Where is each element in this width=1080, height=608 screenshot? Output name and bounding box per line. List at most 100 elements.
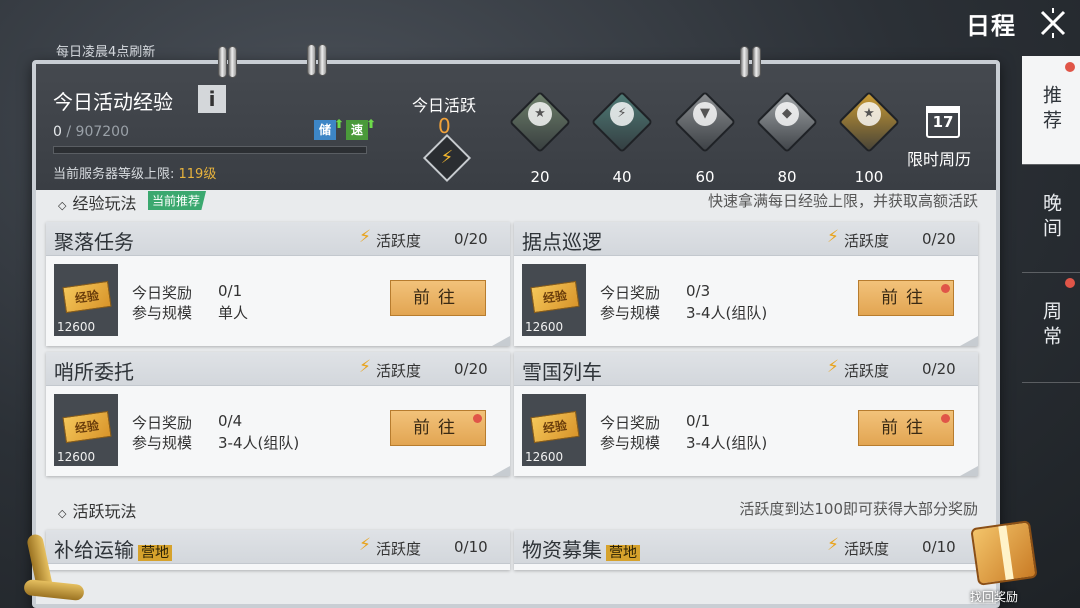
gift-box-icon xyxy=(970,520,1038,586)
reward-value: 0/1 xyxy=(218,282,243,300)
notification-dot xyxy=(941,284,950,293)
scale-value: 3-4人(组队) xyxy=(686,434,768,452)
task-card-header: 据点巡逻 ⚡ 活跃度 0/20 xyxy=(514,222,978,256)
reward-label: 今日奖励 xyxy=(132,414,193,432)
thumb-amount: 12600 xyxy=(525,320,564,334)
exp-ticket-thumbnail: 经验 12600 xyxy=(54,394,118,466)
exp-section-title: ◇ 经验玩法 xyxy=(58,190,136,214)
diamond-icon: ◇ xyxy=(58,199,67,212)
reward-threshold: 60 xyxy=(695,168,715,186)
scale-value: 单人 xyxy=(218,304,249,322)
limited-weekly-calendar-label[interactable]: 限时周历 xyxy=(907,146,971,170)
reward-label: 今日奖励 xyxy=(600,414,661,432)
binder-ring xyxy=(752,46,761,78)
page-title: 日程 xyxy=(966,12,1016,40)
tab-recommend-label: 推荐 xyxy=(1040,85,1062,135)
binder-ring xyxy=(318,44,327,76)
tab-evening-label: 晚间 xyxy=(1040,193,1062,243)
lightning-icon: ⚡ xyxy=(359,357,371,377)
scale-value: 3-4人(组队) xyxy=(218,434,300,452)
go-button[interactable]: 前往 xyxy=(390,280,486,316)
divider xyxy=(1022,382,1080,383)
task-card-header: 聚落任务 ⚡ 活跃度 0/20 xyxy=(46,222,510,256)
notification-dot xyxy=(941,414,950,423)
calendar-icon[interactable]: 17 xyxy=(926,106,960,138)
level-cap-label: 当前服务器等级上限: xyxy=(53,167,179,182)
side-tab-bar: 推荐 晚间 周常 xyxy=(1022,56,1080,386)
tab-evening[interactable]: 晚间 xyxy=(1022,164,1080,272)
activity-value: 0/20 xyxy=(454,230,488,248)
exp-ticket-icon: 经验 xyxy=(62,280,112,314)
reward-chest-60[interactable]: ▼ xyxy=(673,88,737,154)
tab-weekly[interactable]: 周常 xyxy=(1022,272,1080,380)
task-card[interactable]: 物资募集 营地 ⚡ 活跃度 0/10 xyxy=(514,530,978,570)
reward-value: 0/4 xyxy=(218,412,243,430)
today-active-value: 0 xyxy=(438,114,451,138)
tab-recommend[interactable]: 推荐 xyxy=(1022,56,1080,164)
chevron-emblem-icon: ▼ xyxy=(693,102,717,126)
recover-rewards-label[interactable]: 找回奖励 xyxy=(970,588,1018,605)
card-corner xyxy=(492,336,510,346)
go-button[interactable]: 前往 xyxy=(390,410,486,446)
exp-ticket-thumbnail: 经验 12600 xyxy=(54,264,118,336)
lightning-icon: ⚡ xyxy=(827,227,839,247)
daily-exp-title: 今日活动经验 xyxy=(53,90,173,114)
active-section-note: 活跃度到达100即可获得大部分奖励 xyxy=(739,500,978,518)
reward-chest-20[interactable]: ★ xyxy=(508,88,572,154)
task-name: 据点巡逻 xyxy=(522,230,602,254)
gold-emblem-icon: ★ xyxy=(857,102,881,126)
active-section-label: 活跃玩法 xyxy=(72,502,137,521)
exp-section-label: 经验玩法 xyxy=(72,194,137,213)
refresh-note: 每日凌晨4点刷新 xyxy=(56,45,156,60)
scale-label: 参与规模 xyxy=(600,434,661,452)
task-card-header: 物资募集 营地 ⚡ 活跃度 0/10 xyxy=(514,530,978,564)
binder-ring xyxy=(307,44,316,76)
divider xyxy=(1022,164,1080,165)
card-corner xyxy=(960,466,978,476)
recommended-tag: 当前推荐 xyxy=(148,191,207,210)
activity-value: 0/20 xyxy=(922,230,956,248)
info-button[interactable]: i xyxy=(198,85,226,113)
reward-chest-80[interactable]: ◆ xyxy=(755,88,819,154)
task-card-header: 哨所委托 ⚡ 活跃度 0/20 xyxy=(46,352,510,386)
exp-max: / 907200 xyxy=(66,124,129,140)
thumb-amount: 12600 xyxy=(57,450,96,464)
go-button-label: 前往 xyxy=(413,418,463,438)
go-button-label: 前往 xyxy=(881,418,931,438)
store-boost-icon[interactable]: 储 ⬆ xyxy=(314,117,344,140)
speed-boost-icon[interactable]: 速 ⬆ xyxy=(346,117,376,140)
go-button-label: 前往 xyxy=(881,288,931,308)
close-button[interactable] xyxy=(1034,4,1072,42)
scale-label: 参与规模 xyxy=(132,434,193,452)
notification-dot xyxy=(473,414,482,423)
exp-ticket-icon: 经验 xyxy=(530,410,580,444)
card-corner xyxy=(960,336,978,346)
case-emblem-icon: ◆ xyxy=(775,102,799,126)
reward-label: 今日奖励 xyxy=(600,284,661,302)
task-card-header: 补给运输 营地 ⚡ 活跃度 0/10 xyxy=(46,530,510,564)
activity-value: 0/10 xyxy=(454,538,488,556)
reward-value: 0/1 xyxy=(686,412,711,430)
calendar-day: 17 xyxy=(932,113,954,131)
binder-ring xyxy=(740,46,749,78)
exp-ticket-icon: 经验 xyxy=(62,410,112,444)
go-button[interactable]: 前往 xyxy=(858,410,954,446)
task-card[interactable]: 补给运输 营地 ⚡ 活跃度 0/10 xyxy=(46,530,510,570)
exp-ticket-thumbnail: 经验 12600 xyxy=(522,394,586,466)
lightning-icon: ⚡ xyxy=(359,227,371,247)
task-name: 哨所委托 xyxy=(54,360,134,384)
lightning-icon: ⚡ xyxy=(359,535,371,555)
binder-ring xyxy=(218,46,227,78)
level-cap: 当前服务器等级上限: 119级 xyxy=(53,163,216,182)
notification-dot xyxy=(1065,278,1075,288)
store-boost-label: 储 xyxy=(318,123,331,137)
activity-value: 0/20 xyxy=(922,360,956,378)
reward-chest-40[interactable]: ⚡ xyxy=(590,88,654,154)
reward-chest-100[interactable]: ★ xyxy=(837,88,901,154)
go-button[interactable]: 前往 xyxy=(858,280,954,316)
scale-label: 参与规模 xyxy=(600,304,661,322)
exp-value: 0 / 907200 xyxy=(53,124,129,140)
camp-tag: 营地 xyxy=(138,545,172,561)
task-card: 雪国列车 ⚡ 活跃度 0/20 经验 12600 今日奖励 0/1 参与规模 3… xyxy=(514,352,978,476)
activity-label: 活跃度 xyxy=(376,540,422,558)
